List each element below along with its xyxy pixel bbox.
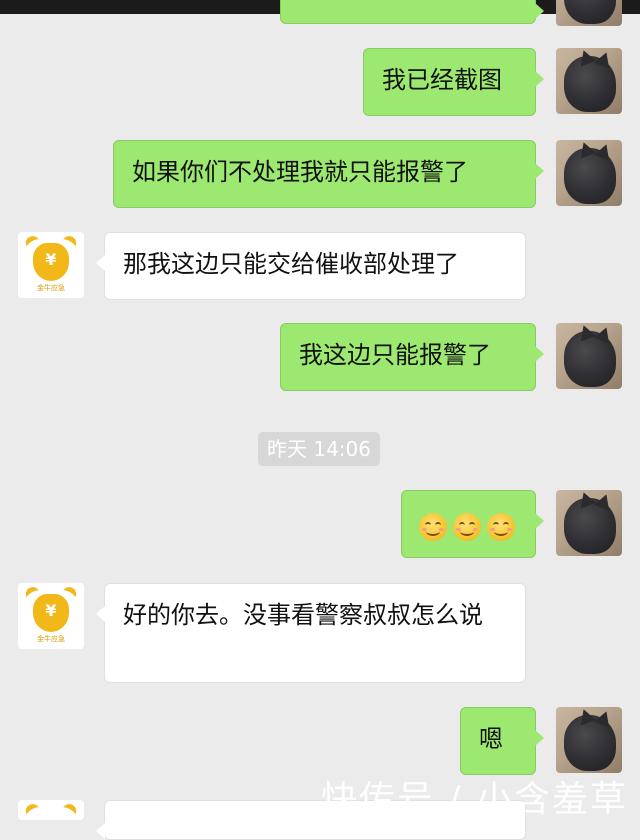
- message-text: 如果你们不处理我就只能报警了: [132, 158, 468, 186]
- my-avatar[interactable]: [556, 490, 622, 556]
- message-bubble-me[interactable]: 嗯: [460, 707, 544, 775]
- message-text: 嗯: [479, 725, 503, 753]
- my-avatar[interactable]: [556, 323, 622, 389]
- message-bubble-me[interactable]: 我这边只能报警了: [280, 323, 544, 391]
- message-text: 我已经截图: [382, 66, 502, 94]
- my-avatar[interactable]: [556, 48, 622, 114]
- message-text: 那我这边只能交给催收部处理了: [123, 250, 459, 278]
- contact-avatar[interactable]: ¥ 金牛应急: [18, 232, 84, 298]
- message-bubble-partial[interactable]: [280, 0, 544, 24]
- smile-emoji-icon: [487, 513, 515, 541]
- my-avatar[interactable]: [556, 140, 622, 206]
- my-avatar[interactable]: [556, 707, 622, 773]
- smile-emoji-icon: [453, 513, 481, 541]
- timestamp: 昨天 14:06: [258, 432, 380, 466]
- my-avatar[interactable]: [556, 0, 622, 26]
- message-bubble-me[interactable]: 如果你们不处理我就只能报警了: [113, 140, 544, 208]
- message-bubble-me-emoji[interactable]: [401, 490, 544, 558]
- watermark: 快传号 / 小含羞草: [320, 779, 628, 820]
- message-bubble-them[interactable]: 那我这边只能交给催收部处理了: [96, 232, 526, 300]
- message-text: 我这边只能报警了: [299, 341, 491, 369]
- message-bubble-me[interactable]: 我已经截图: [363, 48, 544, 116]
- message-bubble-them[interactable]: 好的你去。没事看警察叔叔怎么说: [96, 583, 526, 683]
- contact-avatar[interactable]: ¥ 金牛应急: [18, 583, 84, 649]
- contact-avatar[interactable]: [18, 800, 84, 820]
- message-text: 好的你去。没事看警察叔叔怎么说: [123, 601, 483, 629]
- smile-emoji-icon: [419, 513, 447, 541]
